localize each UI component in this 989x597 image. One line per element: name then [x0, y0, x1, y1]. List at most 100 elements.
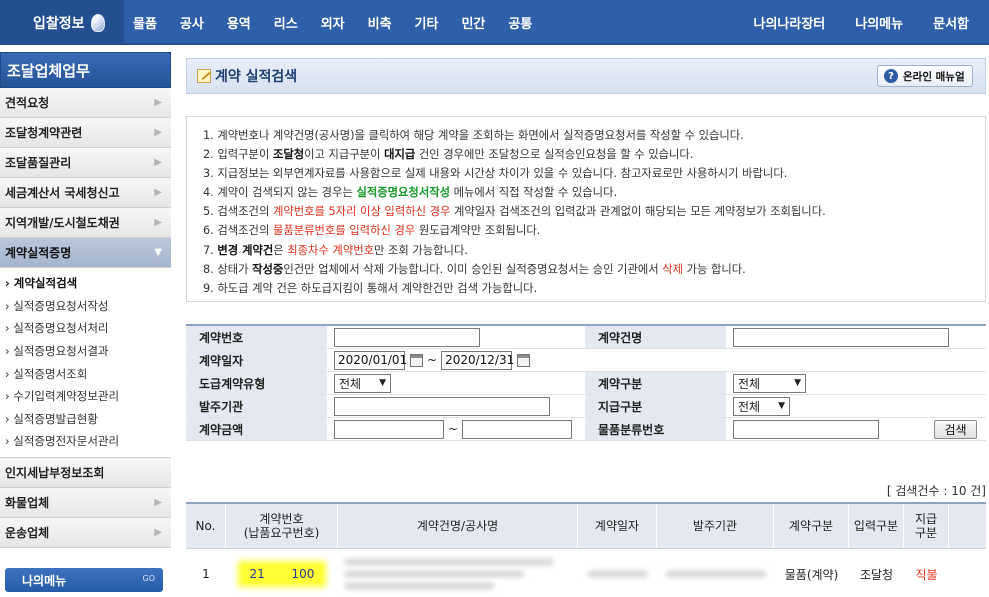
submenu-item-search[interactable]: › 계약실적검색	[0, 272, 171, 295]
notice-segment: 실적증명요청서작성	[356, 186, 450, 200]
calendar-icon[interactable]	[410, 353, 423, 367]
cell-pay-type: 직불	[904, 549, 949, 597]
submenu-item-result[interactable]: › 실적증명요청서결과	[0, 340, 171, 363]
contract-no-input[interactable]	[334, 327, 480, 347]
notice-segment: 작성중	[252, 262, 284, 276]
col-contract-no: 계약번호 (납품요구번호)	[226, 504, 338, 548]
notice-line: 9. 하도급 계약 건은 하도급지킴이 통해서 계약한건만 검색 가능합니다.	[203, 280, 985, 299]
contract-name-input[interactable]	[733, 327, 949, 347]
sub-contract-type-cell: 전체 ▼	[327, 372, 585, 394]
sidebar-item-quote-request[interactable]: 견적요청 ▶	[0, 88, 171, 118]
submenu-item-e-document[interactable]: › 실적증명전자문서관리	[0, 430, 171, 453]
result-count: [ 검색건수 : 10 건]	[887, 482, 986, 499]
submenu-label: 실적증명요청서처리	[13, 321, 109, 336]
top-navigation: 입찰정보 물품 공사 용역 리스 외자 비축 기타 민간 공통 나의나라장터 나…	[0, 0, 989, 45]
online-manual-button[interactable]: ? 온라인 매뉴얼	[877, 65, 973, 87]
sidebar-item-tax-invoice[interactable]: 세금계산서 국세청신고 ▶	[0, 178, 171, 208]
notice-segment: 물품분류번호를 입력하신 경우	[272, 224, 416, 238]
menu-stockpile[interactable]: 비축	[368, 13, 392, 32]
goods-no-label: 물품분류번호	[585, 418, 726, 440]
notice-line: 5. 검색조건의 계약번호를 5자리 이상 입력하신 경우 계약일자 검색조건의…	[203, 203, 985, 222]
cell-contract-no[interactable]: 21 100	[226, 549, 338, 597]
notice-segment: 대지급	[384, 148, 416, 162]
submenu-item-write[interactable]: › 실적증명요청서작성	[0, 295, 171, 318]
menu-my-naramarket[interactable]: 나의나라장터	[754, 13, 826, 32]
submenu-item-cert-view[interactable]: › 실적증명서조회	[0, 362, 171, 385]
calendar-icon[interactable]	[517, 353, 531, 367]
menu-private[interactable]: 민간	[461, 13, 485, 32]
amount-to-input[interactable]	[462, 419, 573, 439]
logo-text: 입찰정보	[33, 15, 85, 32]
amount-label: 계약금액	[186, 418, 327, 440]
notice-segment: 만 조회 가능합니다.	[374, 243, 468, 257]
menu-common[interactable]: 공통	[508, 13, 532, 32]
pay-type-label: 지급구분	[585, 395, 726, 417]
notice-segment: 계약일자 검색조건의 입력값과 관계없이 해당되는 모든 계약정보가 조회됩니다…	[450, 205, 826, 219]
notice-segment: 삭제	[662, 262, 684, 276]
menu-goods[interactable]: 물품	[133, 13, 157, 32]
sidebar-item-freight[interactable]: 화물업체 ▶	[0, 487, 171, 518]
menu-foreign[interactable]: 외자	[321, 13, 345, 32]
pay-type-select[interactable]: 전체 ▼	[733, 396, 790, 416]
amount-cell: ~	[327, 418, 585, 440]
my-menu-button[interactable]: 나의메뉴 GO	[5, 568, 163, 592]
notice-segment: 3. 지급정보는 외부연계자료를 사용함으로 실제 내용와 시간상 차이가 있을…	[203, 167, 788, 181]
contract-type-select[interactable]: 전체 ▼	[733, 373, 806, 393]
col-contract-name: 계약건명/공사명	[338, 504, 578, 548]
date-to-input[interactable]: 2020/12/31	[441, 350, 514, 370]
submenu-label: 수기입력계약정보관리	[13, 389, 120, 404]
sidebar-item-label: 운송업체	[5, 525, 50, 540]
chevron-down-icon: ▼	[778, 401, 785, 411]
notice-segment: 최종차수 계약번호	[287, 243, 375, 257]
date-range-separator: ~	[427, 353, 438, 367]
notice-segment: 변경 계약건	[217, 243, 274, 257]
orderer-input[interactable]	[334, 396, 550, 416]
menu-lease[interactable]: 리스	[274, 13, 298, 32]
form-row: 계약번호 계약건명	[186, 326, 986, 349]
table-header: No. 계약번호 (납품요구번호) 계약건명/공사명 계약일자 발주기관 계약구…	[186, 504, 986, 549]
chevron-down-icon: ▼	[794, 378, 801, 388]
sidebar-item-quality[interactable]: 조달품질관리 ▶	[0, 148, 171, 178]
submenu-item-manual-input[interactable]: › 수기입력계약정보관리	[0, 385, 171, 408]
submenu-item-issue-status[interactable]: › 실적증명발급현황	[0, 408, 171, 431]
cell-orderer	[657, 549, 774, 597]
page-title: 계약 실적검색	[215, 69, 298, 85]
menu-my-menu[interactable]: 나의메뉴	[855, 13, 903, 32]
menu-etc[interactable]: 기타	[415, 13, 439, 32]
date-from-input[interactable]: 2020/01/01	[334, 350, 407, 370]
submenu-item-process[interactable]: › 실적증명요청서처리	[0, 317, 171, 340]
contract-name-label: 계약건명	[585, 326, 726, 348]
sidebar-item-stamp-tax[interactable]: 인지세납부정보조회	[0, 457, 171, 488]
user-menu: 나의나라장터 나의메뉴 문서함	[724, 0, 970, 45]
notice-segment: 이고 지급구분이	[304, 148, 385, 162]
notice-line: 2. 입력구분이 조달청이고 지급구분이 대지급 건인 경우에만 조달청으로 실…	[203, 146, 985, 165]
sidebar-item-label: 견적요청	[5, 96, 50, 110]
cell-contract-name[interactable]	[338, 549, 578, 597]
sidebar-item-performance-cert[interactable]: 계약실적증명 ▼	[0, 238, 171, 268]
menu-construction[interactable]: 공사	[180, 13, 204, 32]
contract-no-link[interactable]: 21 100	[241, 565, 323, 583]
search-form: 계약번호 계약건명 계약일자 2020/01/01 ~ 2020/12/31 도…	[186, 324, 986, 441]
amount-from-input[interactable]	[334, 419, 444, 439]
sub-contract-type-select[interactable]: 전체 ▼	[334, 373, 391, 393]
menu-document-box[interactable]: 문서함	[933, 13, 969, 32]
contract-date-cell: 2020/01/01 ~ 2020/12/31	[327, 349, 531, 371]
notice-segment: 조달청	[272, 148, 305, 162]
sub-contract-type-label: 도급계약유형	[186, 372, 327, 394]
table-row[interactable]: 1 21 100 물품(계약) 조달청 직불	[186, 549, 986, 597]
submenu-label: 실적증명요청서결과	[13, 344, 109, 359]
sidebar-item-transport[interactable]: 운송업체 ▶	[0, 517, 171, 548]
contract-type-cell: 전체 ▼	[726, 372, 806, 394]
sidebar-submenu: › 계약실적검색 › 실적증명요청서작성 › 실적증명요청서처리 › 실적증명요…	[0, 268, 171, 458]
sidebar-item-contract[interactable]: 조달청계약관련 ▶	[0, 118, 171, 148]
col-contract-date: 계약일자	[578, 504, 657, 548]
menu-service[interactable]: 용역	[227, 13, 251, 32]
results-table: No. 계약번호 (납품요구번호) 계약건명/공사명 계약일자 발주기관 계약구…	[186, 502, 986, 597]
sidebar-item-bonds[interactable]: 지역개발/도시철도채권 ▶	[0, 208, 171, 238]
bid-info-logo[interactable]: 입찰정보	[0, 0, 124, 45]
notice-segment: 6. 검색조건의	[203, 224, 273, 238]
goods-no-input[interactable]	[733, 419, 879, 439]
form-row: 발주기관 지급구분 전체 ▼	[186, 395, 986, 418]
search-button[interactable]: 검색	[934, 419, 977, 439]
pay-type-cell: 전체 ▼	[726, 395, 790, 417]
